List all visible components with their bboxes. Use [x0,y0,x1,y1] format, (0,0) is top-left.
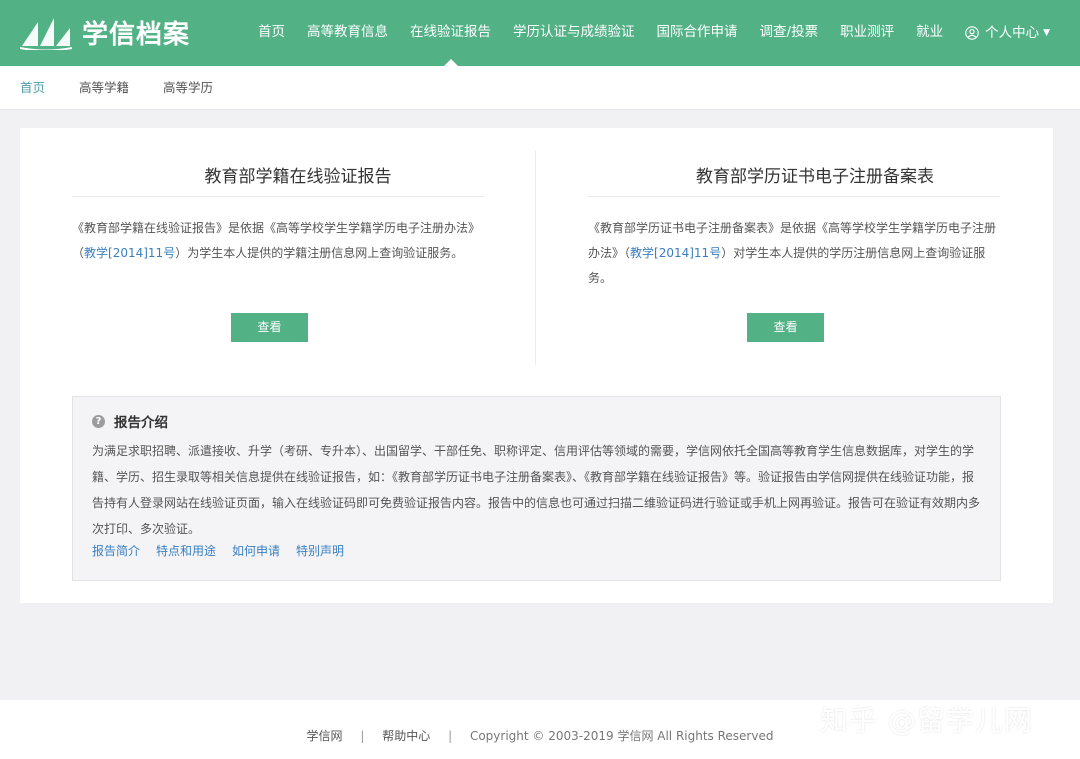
breadcrumb-home[interactable]: 首页 [20,66,45,110]
nav-survey-vote[interactable]: 调查/投票 [760,0,819,66]
logo-text: 学信档案 [82,20,191,50]
main-panel: 教育部学籍在线验证报告 《教育部学籍在线验证报告》是依据《高等学校学生学籍学历电… [20,128,1053,603]
link-how-to-apply[interactable]: 如何申请 [232,542,280,559]
view-degree-record-button[interactable]: 查看 [747,313,824,342]
footer-copyright: Copyright © 2003-2019 学信网 All Rights Res… [469,729,774,743]
site-logo[interactable]: 学信档案 [20,14,190,51]
view-enrollment-report-button[interactable]: 查看 [231,313,308,342]
divider [72,196,484,197]
enrollment-report-description: 《教育部学籍在线验证报告》是依据《高等学校学生学籍学历电子注册办法》（教学[20… [72,216,482,266]
nav-degree-certification[interactable]: 学历认证与成绩验证 [513,0,635,66]
nav-international-cooperation[interactable]: 国际合作申请 [657,0,738,66]
nav-home[interactable]: 首页 [258,0,285,66]
nav-higher-education-info[interactable]: 高等教育信息 [307,0,388,66]
report-intro-title: 报告介绍 [114,415,168,431]
report-intro-body: 为满足求职招聘、派遣接收、升学（考研、专升本）、出国留学、干部任免、职称评定、信… [92,444,981,536]
footer-separator: | [448,729,453,743]
breadcrumb-higher-degree[interactable]: 高等学历 [163,66,213,110]
main-nav: 首页 高等教育信息 在线验证报告 学历认证与成绩验证 国际合作申请 调查/投票 … [236,0,1050,66]
regulation-link[interactable]: 教学[2014]11号 [84,246,175,260]
nav-career-assessment[interactable]: 职业测评 [840,0,894,66]
user-icon [965,26,979,40]
regulation-link[interactable]: 教学[2014]11号 [630,246,721,260]
breadcrumb: 首页 高等学籍 高等学历 [0,66,1080,110]
chevron-down-icon: ▼ [1043,28,1050,38]
report-intro-links: 报告简介 特点和用途 如何申请 特别声明 [92,542,360,559]
report-intro-box: ? 报告介绍 为满足求职招聘、派遣接收、升学（考研、专升本）、出国留学、干部任免… [72,396,1001,581]
footer-link-help-center[interactable]: 帮助中心 [382,729,430,743]
link-special-statement[interactable]: 特别声明 [296,542,344,559]
description-text: ）为学生本人提供的学籍注册信息网上查询验证服务。 [175,246,464,260]
zhihu-watermark: 知乎 @留学儿网 [820,704,1033,737]
footer-separator: | [360,729,365,743]
divider [588,196,1000,197]
question-icon: ? [92,414,105,428]
column-divider [535,150,536,365]
link-features-and-uses[interactable]: 特点和用途 [156,542,216,559]
link-report-summary[interactable]: 报告简介 [92,542,140,559]
degree-record-title: 教育部学历证书电子注册备案表 [696,167,934,187]
user-center-label: 个人中心 [985,25,1040,41]
nav-employment[interactable]: 就业 [916,0,943,66]
user-center-menu[interactable]: 个人中心 ▼ [965,0,1050,66]
nav-online-verification-report[interactable]: 在线验证报告 [410,0,491,66]
enrollment-report-title: 教育部学籍在线验证报告 [204,167,392,187]
degree-record-description: 《教育部学历证书电子注册备案表》是依据《高等学校学生学籍学历电子注册办法》（教学… [588,216,998,291]
breadcrumb-higher-enrollment[interactable]: 高等学籍 [79,66,129,110]
report-intro-header: ? 报告介绍 [92,411,168,431]
top-navbar: 学信档案 首页 高等教育信息 在线验证报告 学历认证与成绩验证 国际合作申请 调… [0,0,1080,66]
sail-logo-icon [20,17,72,50]
footer-link-chsi[interactable]: 学信网 [307,729,343,743]
